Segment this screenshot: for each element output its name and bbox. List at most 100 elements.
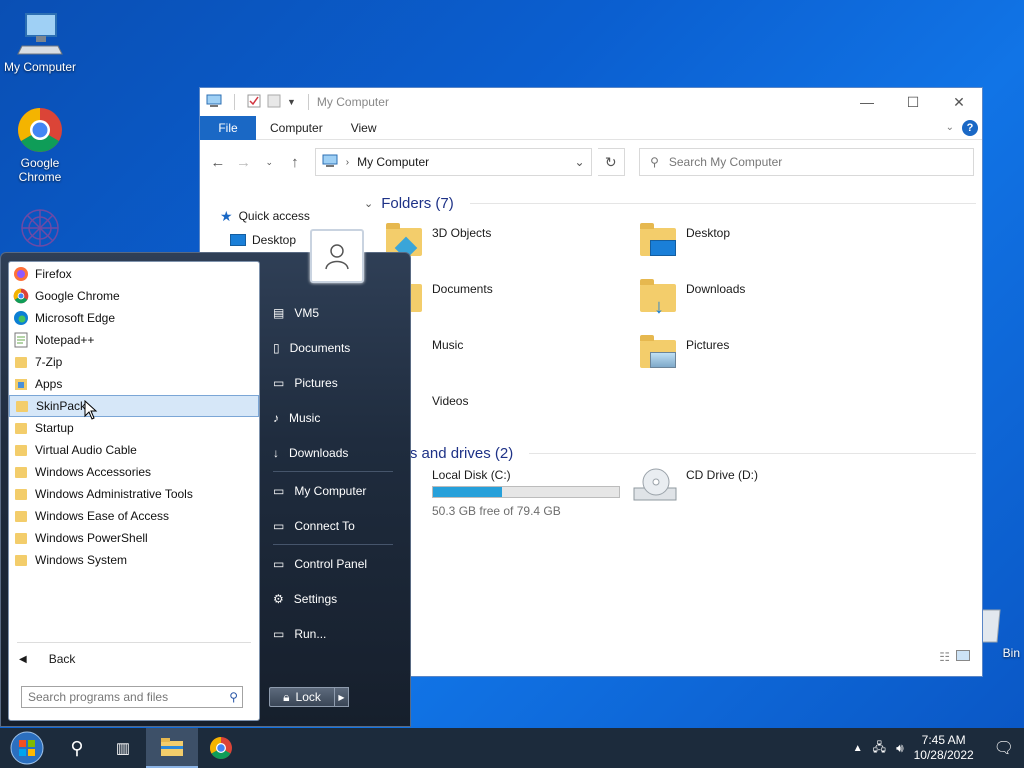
program-item-windows-ease-of-access[interactable]: Windows Ease of Access xyxy=(9,505,259,527)
folder-icon xyxy=(13,420,29,436)
desktop-icon-my-computer[interactable]: My Computer xyxy=(0,10,80,74)
desktop-folder-icon xyxy=(638,222,678,262)
program-item-windows-powershell[interactable]: Windows PowerShell xyxy=(9,527,259,549)
details-view-icon[interactable]: ☷ xyxy=(939,650,950,664)
computer-icon xyxy=(206,94,222,111)
close-button[interactable]: ✕ xyxy=(936,88,982,116)
back-button[interactable]: ◀ Back xyxy=(19,652,75,666)
folders-group-header[interactable]: ⌄ Folders (7) xyxy=(364,192,976,214)
start-button[interactable] xyxy=(0,728,54,768)
folder-name: Videos xyxy=(432,394,469,408)
start-search-input[interactable]: Search programs and files ⚲ xyxy=(21,686,243,708)
drive-cd-d[interactable]: CD Drive (D:) xyxy=(632,464,872,516)
program-item-windows-accessories[interactable]: Windows Accessories xyxy=(9,461,259,483)
task-view-icon[interactable]: ▥ xyxy=(100,728,146,768)
address-dropdown-icon[interactable]: ⌄ xyxy=(574,155,584,169)
folder-music[interactable]: ♪ Music xyxy=(384,334,624,386)
start-item-music[interactable]: ♪ Music xyxy=(263,400,403,435)
program-item-windows-administrative-tools[interactable]: Windows Administrative Tools xyxy=(9,483,259,505)
expand-ribbon-icon[interactable]: ⌄ xyxy=(946,122,954,133)
clock[interactable]: 7:45 AM 10/28/2022 xyxy=(914,733,974,763)
help-icon[interactable]: ? xyxy=(962,119,978,136)
start-item-label: Downloads xyxy=(289,445,349,460)
shutdown-options-arrow[interactable]: ▶ xyxy=(335,687,349,707)
drive-name: CD Drive (D:) xyxy=(686,468,758,482)
back-arrow-icon[interactable]: ← xyxy=(208,154,228,171)
nav-item-quick-access[interactable]: ★ Quick access xyxy=(220,204,350,228)
program-item-windows-system[interactable]: Windows System xyxy=(9,549,259,571)
drives-group-header[interactable]: ces and drives (2) xyxy=(394,442,976,464)
program-item-microsoft-edge[interactable]: Microsoft Edge xyxy=(9,307,259,329)
tab-file[interactable]: File xyxy=(200,115,256,140)
microsoft-edge-icon xyxy=(13,310,29,326)
up-arrow-icon[interactable]: ↑ xyxy=(285,154,305,171)
title-bar[interactable]: ▼ My Computer — ☐ ✕ xyxy=(200,88,982,116)
start-item-label: Run... xyxy=(294,626,327,641)
back-arrow-icon: ◀ xyxy=(19,653,27,665)
notification-icon[interactable]: 🗨︎ xyxy=(984,738,1014,758)
user-avatar[interactable] xyxy=(310,229,364,283)
file-explorer-taskbar-button[interactable] xyxy=(146,728,198,768)
folder-documents[interactable]: Documents xyxy=(384,278,624,330)
program-item-startup[interactable]: Startup xyxy=(9,417,259,439)
folder-downloads[interactable]: ↓ Downloads xyxy=(638,278,878,330)
search-icon[interactable]: ⚲ xyxy=(54,728,100,768)
tab-view[interactable]: View xyxy=(337,116,391,140)
start-item-connect-to[interactable]: ▭ Connect To xyxy=(263,508,403,543)
lock-button[interactable]: 🔒︎ Lock xyxy=(269,687,335,707)
large-icons-view-icon[interactable] xyxy=(956,650,970,661)
start-item-run[interactable]: ▭ Run... xyxy=(263,616,403,651)
volume-icon[interactable]: 🔊︎ xyxy=(896,741,904,756)
program-label: Firefox xyxy=(35,267,72,281)
clock-time: 7:45 AM xyxy=(921,733,966,747)
start-item-vm5[interactable]: ▤ VM5 xyxy=(263,295,403,330)
program-item-virtual-audio-cable[interactable]: Virtual Audio Cable xyxy=(9,439,259,461)
user-folder-icon: ▤ xyxy=(273,305,285,320)
folder-desktop[interactable]: Desktop xyxy=(638,222,878,274)
properties-icon[interactable] xyxy=(247,94,261,111)
new-folder-icon[interactable] xyxy=(267,94,281,111)
start-item-control-panel[interactable]: ▭ Control Panel xyxy=(263,546,403,581)
program-label: Notepad++ xyxy=(35,333,95,347)
star-icon: ★ xyxy=(220,207,233,224)
program-item-firefox[interactable]: Firefox xyxy=(9,263,259,285)
maximize-button[interactable]: ☐ xyxy=(890,88,936,116)
recent-locations-icon[interactable]: ⌄ xyxy=(259,157,279,168)
folder-icon xyxy=(14,398,30,414)
start-item-label: Settings xyxy=(293,591,338,606)
start-menu: Firefox Google Chrome Microsoft Edge Notepa… xyxy=(0,229,411,727)
forward-arrow-icon[interactable]: → xyxy=(234,154,254,171)
start-item-label: Control Panel xyxy=(294,556,368,571)
start-item-pictures[interactable]: ▭ Pictures xyxy=(263,365,403,400)
address-chevron-icon[interactable]: › xyxy=(346,157,349,168)
nav-item-label: Desktop xyxy=(252,233,297,247)
program-item-7-zip[interactable]: 7-Zip xyxy=(9,351,259,373)
start-item-settings[interactable]: ⚙ Settings xyxy=(263,581,403,616)
folder-icon xyxy=(13,530,29,546)
start-item-documents[interactable]: ▯ Documents xyxy=(263,330,403,365)
desktop-icon-skinpack[interactable] xyxy=(0,204,80,254)
folder-3d-objects[interactable]: 3D Objects xyxy=(384,222,624,274)
folder-pictures[interactable]: Pictures xyxy=(638,334,878,386)
program-item-apps[interactable]: Apps xyxy=(9,373,259,395)
chrome-taskbar-button[interactable] xyxy=(198,728,244,768)
desktop-icon xyxy=(230,234,246,246)
tab-computer[interactable]: Computer xyxy=(256,116,337,140)
program-item-notepad[interactable]: Notepad++ xyxy=(9,329,259,351)
network-icon[interactable]: 🖧︎ xyxy=(873,738,886,759)
refresh-icon[interactable]: ↻ xyxy=(597,148,626,176)
customize-quick-access-icon[interactable]: ▼ xyxy=(287,97,296,107)
start-item-my-computer[interactable]: ▭ My Computer xyxy=(263,473,403,508)
search-input[interactable]: ⚲ Search My Computer xyxy=(639,148,975,176)
address-bar[interactable]: › My Computer ⌄ xyxy=(314,148,592,176)
folder-videos[interactable]: Videos xyxy=(384,390,624,442)
folder-icon xyxy=(13,552,29,568)
show-hidden-icons-icon[interactable]: ▲ xyxy=(853,743,863,754)
program-item-skinpack[interactable]: SkinPack xyxy=(9,395,259,417)
desktop-icon-google-chrome[interactable]: Google Chrome xyxy=(0,106,80,184)
start-item-downloads[interactable]: ↓ Downloads xyxy=(263,435,403,470)
drive-local-disk-c[interactable]: Local Disk (C:) 50.3 GB free of 79.4 GB xyxy=(384,464,634,524)
program-item-google-chrome[interactable]: Google Chrome xyxy=(9,285,259,307)
search-icon: ⚲ xyxy=(650,155,659,169)
minimize-button[interactable]: — xyxy=(844,88,890,116)
